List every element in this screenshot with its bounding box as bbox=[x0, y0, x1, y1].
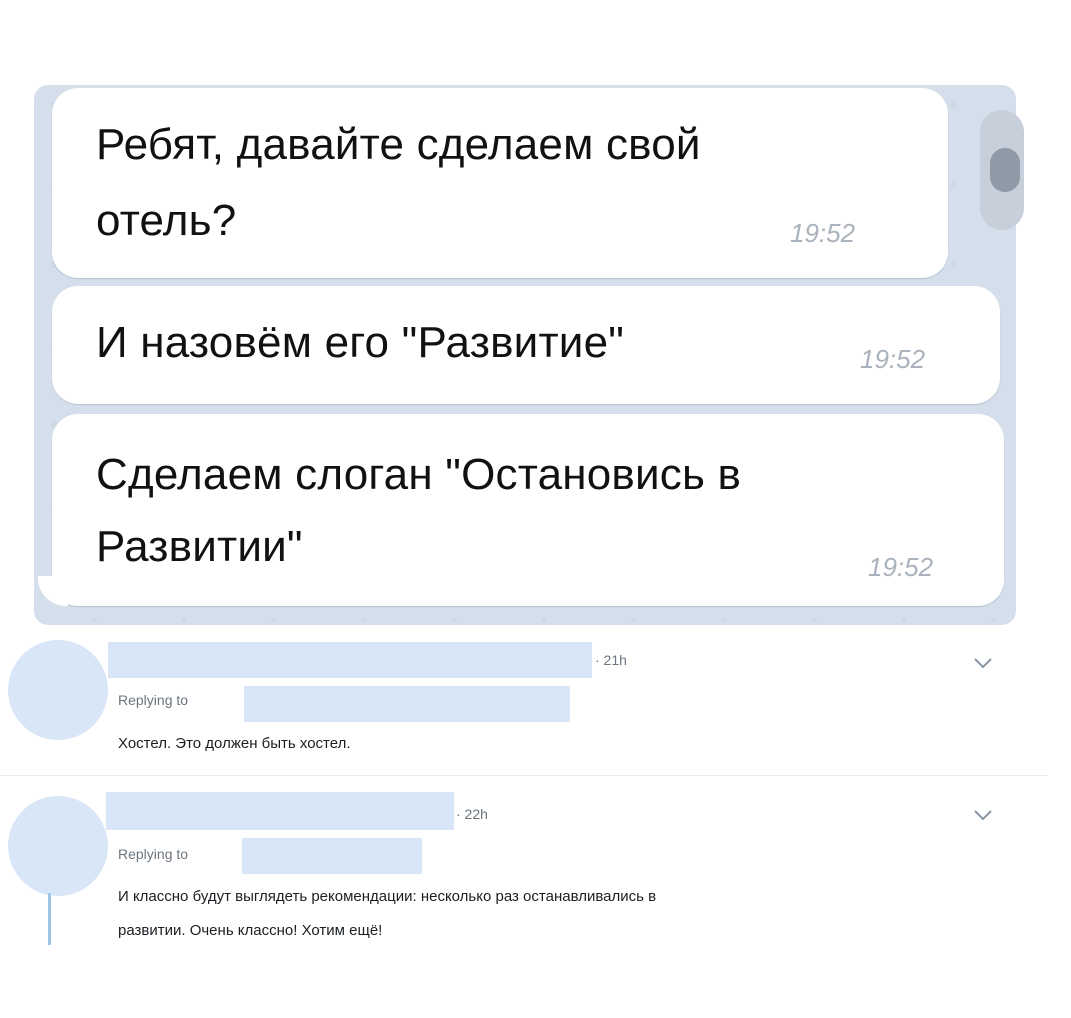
redacted-username[interactable] bbox=[106, 792, 454, 830]
reply-text-line: Хостел. Это должен быть хостел. bbox=[118, 735, 351, 752]
replying-to-label: Replying to bbox=[118, 692, 189, 708]
thread-line bbox=[48, 893, 51, 945]
chevron-down-icon[interactable] bbox=[972, 808, 994, 822]
chat-message: Сделаем слоган "Остановись в Развитии" 1… bbox=[52, 414, 1004, 606]
avatar[interactable] bbox=[8, 640, 108, 740]
redacted-reply-target[interactable] bbox=[244, 686, 570, 722]
redacted-username[interactable] bbox=[108, 642, 592, 678]
message-time: 19:52 bbox=[860, 344, 926, 374]
chevron-down-icon[interactable] bbox=[972, 656, 994, 670]
sender-avatar bbox=[980, 110, 1024, 230]
reply-timestamp[interactable]: · 22h bbox=[456, 806, 488, 822]
reply-timestamp[interactable]: · 21h bbox=[595, 652, 627, 668]
message-time: 19:52 bbox=[790, 218, 856, 248]
reply-text-line: развитии. Очень классно! Хотим ещё! bbox=[118, 922, 383, 939]
redacted-reply-target[interactable] bbox=[242, 838, 422, 874]
sender-avatar-image bbox=[990, 148, 1020, 192]
message-text-line: И назовём его "Развитие" bbox=[96, 318, 625, 367]
message-text-line: Развитии" bbox=[96, 522, 303, 571]
avatar[interactable] bbox=[8, 796, 108, 896]
reply-text-line: И классно будут выглядеть рекомендации: … bbox=[118, 888, 657, 905]
message-text-line: Сделаем слоган "Остановись в bbox=[96, 450, 742, 499]
message-text-line: Ребят, давайте сделаем свой bbox=[96, 120, 701, 169]
chat-message: И назовём его "Развитие" 19:52 bbox=[52, 286, 1000, 404]
chat-message: Ребят, давайте сделаем свой отель? 19:52 bbox=[52, 88, 948, 278]
replying-to-label: Replying to bbox=[118, 846, 189, 862]
message-time: 19:52 bbox=[868, 552, 934, 582]
reply-divider bbox=[0, 775, 1048, 776]
message-text-line: отель? bbox=[96, 196, 237, 245]
